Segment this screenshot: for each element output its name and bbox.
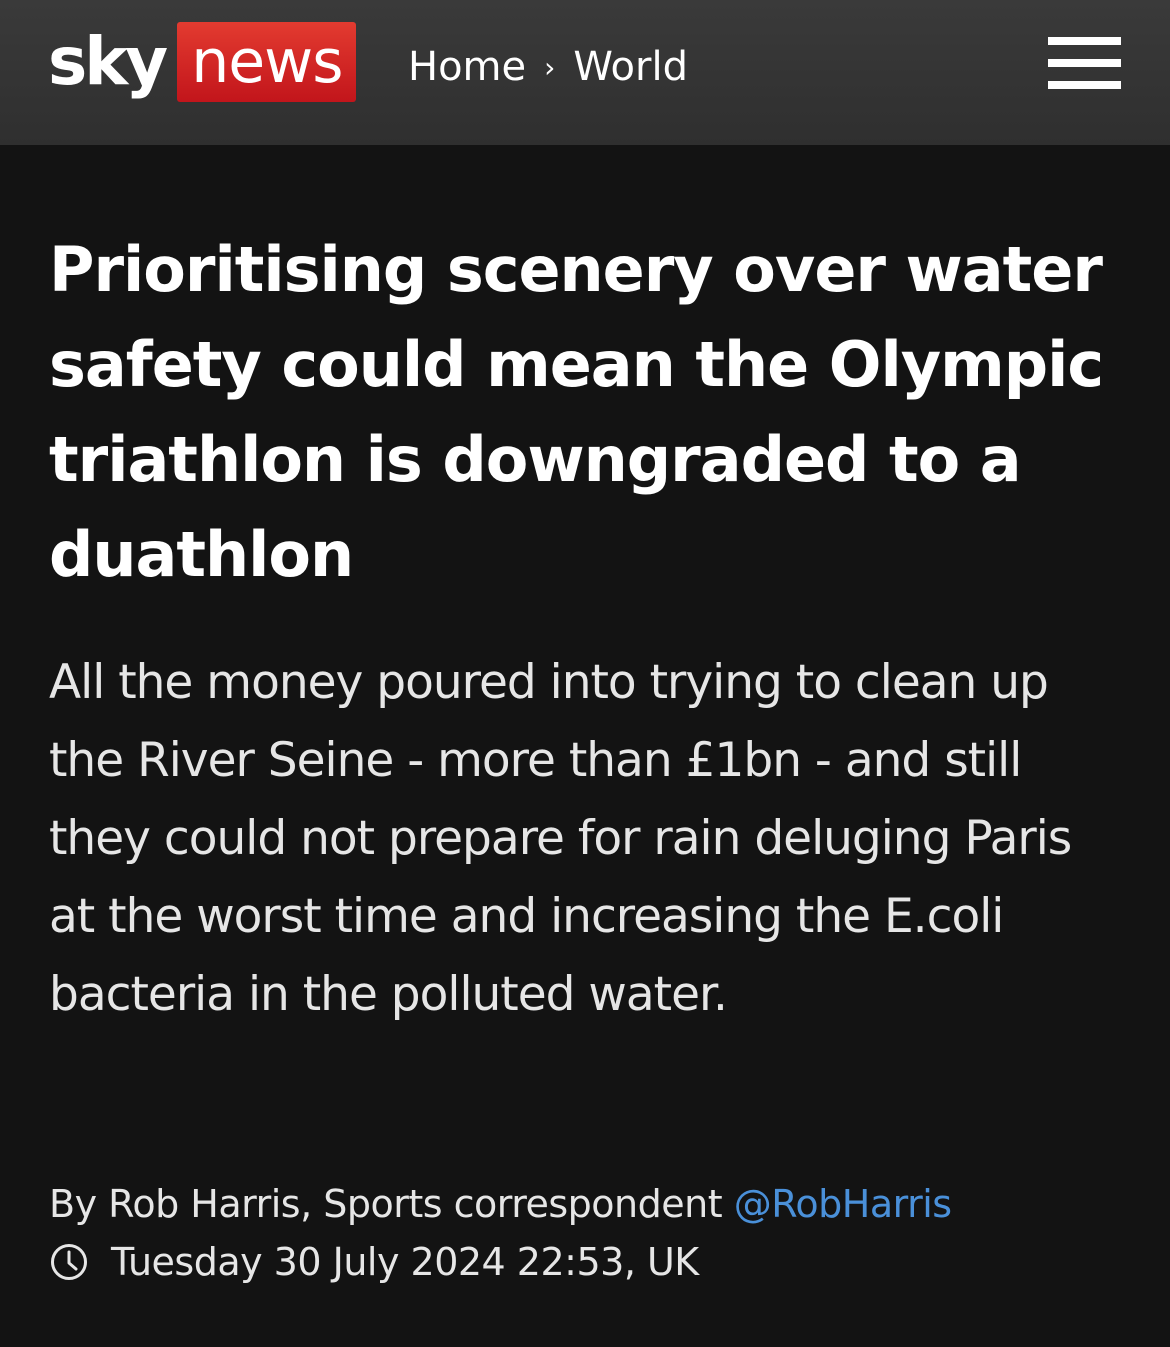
clock-icon: [51, 1244, 87, 1280]
menu-bar: [1048, 59, 1121, 67]
article-headline: Prioritising scenery over water safety c…: [49, 233, 1104, 591]
article-timestamp: Tuesday 30 July 2024 22:53, UK: [49, 1234, 699, 1290]
site-header: sky news Home › World: [0, 0, 1170, 145]
breadcrumb: Home › World: [408, 40, 688, 94]
hamburger-menu-icon[interactable]: [1048, 37, 1121, 89]
breadcrumb-world-link[interactable]: World: [573, 44, 688, 90]
logo-sky-text: sky: [48, 23, 168, 100]
article-byline: By Rob Harris, Sports correspondent @Rob…: [49, 1176, 1149, 1232]
timestamp-text: Tuesday 30 July 2024 22:53, UK: [111, 1240, 699, 1284]
breadcrumb-home-link[interactable]: Home: [408, 44, 526, 90]
menu-bar: [1048, 37, 1121, 45]
article-standfirst: All the money poured into trying to clea…: [49, 655, 1072, 1022]
byline-author: By Rob Harris, Sports correspondent: [49, 1182, 734, 1226]
breadcrumb-separator-icon: ›: [544, 50, 556, 84]
sky-news-logo[interactable]: sky news: [48, 22, 357, 102]
logo-news-badge: news: [177, 22, 357, 102]
twitter-handle-link[interactable]: @RobHarris: [734, 1182, 952, 1226]
menu-bar: [1048, 81, 1121, 89]
